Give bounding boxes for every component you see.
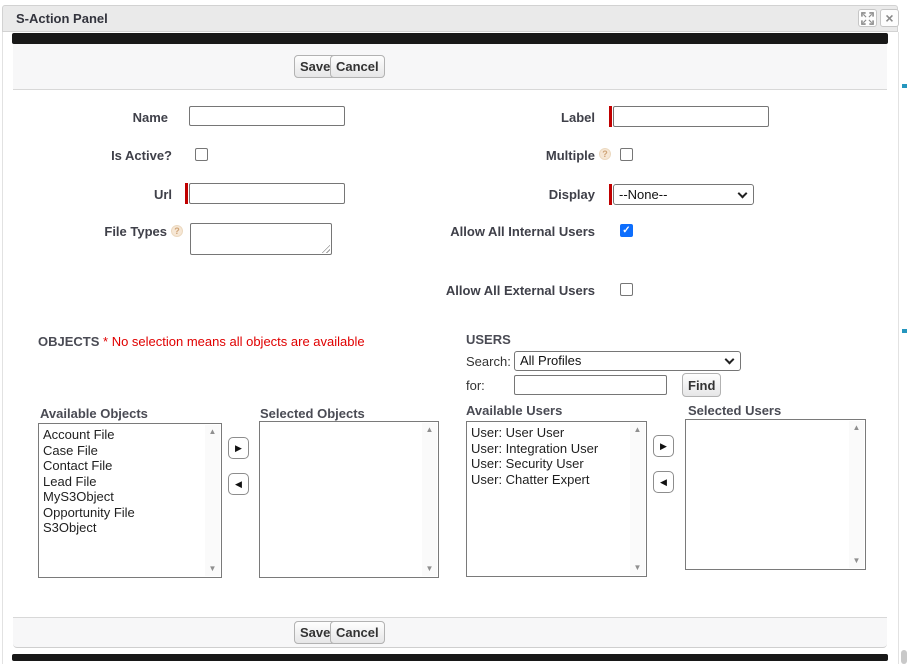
objects-move-left-button[interactable]: ◀: [228, 473, 249, 495]
display-select[interactable]: --None--: [613, 184, 754, 205]
selected-objects-listbox[interactable]: ▲ ▼: [259, 421, 439, 578]
list-item[interactable]: Contact File: [43, 458, 205, 474]
for-label: for:: [466, 378, 485, 393]
users-move-left-button[interactable]: ◀: [653, 471, 674, 493]
allow-external-checkbox[interactable]: [620, 283, 633, 296]
users-move-right-button[interactable]: ▶: [653, 435, 674, 457]
close-icon: ×: [881, 10, 898, 26]
list-item[interactable]: Lead File: [43, 474, 205, 490]
objects-heading-text: OBJECTS: [38, 334, 99, 349]
move-left-icon: ◀: [235, 479, 242, 489]
available-objects-options: Account FileCase FileContact FileLead Fi…: [40, 425, 205, 576]
dialog-titlebar: [2, 5, 898, 32]
available-users-options: User: User UserUser: Integration UserUse…: [468, 423, 630, 575]
multiple-help-icon[interactable]: ?: [599, 148, 611, 160]
list-item[interactable]: Case File: [43, 443, 205, 459]
allow-internal-label: Allow All Internal Users: [430, 224, 595, 239]
expand-icon: [861, 12, 874, 25]
url-required-bar: [185, 183, 188, 204]
list-item[interactable]: S3Object: [43, 520, 205, 536]
selected-users-options: [687, 421, 849, 568]
bottom-black-bar: [12, 654, 888, 661]
list-item[interactable]: Opportunity File: [43, 505, 205, 521]
label-required-bar: [609, 106, 612, 127]
display-label: Display: [470, 187, 595, 202]
cancel-button-top[interactable]: Cancel: [330, 55, 385, 78]
profile-search-value: All Profiles: [520, 353, 581, 368]
selected-users-listbox[interactable]: ▲ ▼: [685, 419, 866, 570]
name-label: Name: [40, 110, 168, 125]
label-label: Label: [470, 110, 595, 125]
label-input[interactable]: [613, 106, 769, 127]
listbox-scrollbar[interactable]: ▲ ▼: [630, 423, 645, 575]
file-types-textarea[interactable]: [190, 223, 332, 255]
available-users-listbox[interactable]: User: User UserUser: Integration UserUse…: [466, 421, 647, 577]
allow-internal-checkbox[interactable]: [620, 224, 633, 237]
available-objects-heading: Available Objects: [40, 406, 148, 421]
available-objects-listbox[interactable]: Account FileCase FileContact FileLead Fi…: [38, 423, 222, 578]
users-section-heading: USERS: [466, 332, 511, 347]
list-item[interactable]: User: Integration User: [471, 441, 630, 457]
listbox-scrollbar[interactable]: ▲ ▼: [205, 425, 220, 576]
search-label: Search:: [466, 354, 511, 369]
page-scrollbar[interactable]: [901, 650, 907, 664]
listbox-scrollbar[interactable]: ▲ ▼: [849, 421, 864, 568]
objects-move-right-button[interactable]: ▶: [228, 437, 249, 459]
scrollbar-tick: [902, 329, 907, 333]
chevron-down-icon: [738, 189, 748, 199]
scrollbar-tick: [902, 84, 907, 88]
list-item[interactable]: Account File: [43, 427, 205, 443]
file-types-help-icon[interactable]: ?: [171, 225, 183, 237]
scroll-down-icon[interactable]: ▼: [426, 565, 434, 573]
list-item[interactable]: User: Security User: [471, 456, 630, 472]
move-right-icon: ▶: [235, 443, 242, 453]
scroll-down-icon[interactable]: ▼: [209, 565, 217, 573]
dialog-title: S-Action Panel: [16, 5, 108, 32]
objects-note: * No selection means all objects are ava…: [103, 334, 365, 349]
find-button[interactable]: Find: [682, 373, 721, 397]
expand-button[interactable]: [858, 9, 877, 27]
list-item[interactable]: User: Chatter Expert: [471, 472, 630, 488]
is-active-checkbox[interactable]: [195, 148, 208, 161]
scroll-down-icon[interactable]: ▼: [634, 564, 642, 572]
close-button[interactable]: ×: [880, 9, 899, 27]
selected-objects-options: [261, 423, 422, 576]
listbox-scrollbar[interactable]: ▲ ▼: [422, 423, 437, 576]
allow-external-label: Allow All External Users: [430, 283, 595, 298]
file-types-label: File Types: [40, 224, 167, 239]
resize-grip-icon[interactable]: [321, 244, 330, 253]
multiple-label: Multiple: [470, 148, 595, 163]
is-active-label: Is Active?: [40, 148, 172, 163]
url-input[interactable]: [189, 183, 345, 204]
display-required-bar: [609, 184, 612, 205]
selected-users-heading: Selected Users: [688, 403, 781, 418]
list-item[interactable]: MyS3Object: [43, 489, 205, 505]
scroll-up-icon[interactable]: ▲: [853, 424, 861, 432]
user-search-input[interactable]: [514, 375, 667, 395]
objects-section-heading: OBJECTS * No selection means all objects…: [38, 334, 365, 349]
selected-objects-heading: Selected Objects: [260, 406, 365, 421]
s-action-panel-dialog: S-Action Panel × Save Cancel Name Label …: [0, 0, 908, 664]
chevron-down-icon: [725, 355, 735, 365]
top-black-bar: [12, 33, 888, 44]
scroll-up-icon[interactable]: ▲: [634, 426, 642, 434]
available-users-heading: Available Users: [466, 403, 562, 418]
top-button-band: [13, 44, 887, 90]
name-input[interactable]: [189, 106, 345, 126]
scroll-up-icon[interactable]: ▲: [426, 426, 434, 434]
scroll-up-icon[interactable]: ▲: [209, 428, 217, 436]
dialog-left-edge: [2, 32, 3, 664]
list-item[interactable]: User: User User: [471, 425, 630, 441]
display-select-value: --None--: [619, 187, 667, 202]
multiple-checkbox[interactable]: [620, 148, 633, 161]
dialog-right-edge: [898, 32, 899, 664]
move-right-icon: ▶: [660, 441, 667, 451]
move-left-icon: ◀: [660, 477, 667, 487]
bottom-button-band: [13, 617, 887, 648]
cancel-button-bottom[interactable]: Cancel: [330, 621, 385, 644]
url-label: Url: [40, 187, 172, 202]
scroll-down-icon[interactable]: ▼: [853, 557, 861, 565]
profile-search-select[interactable]: All Profiles: [514, 351, 741, 371]
